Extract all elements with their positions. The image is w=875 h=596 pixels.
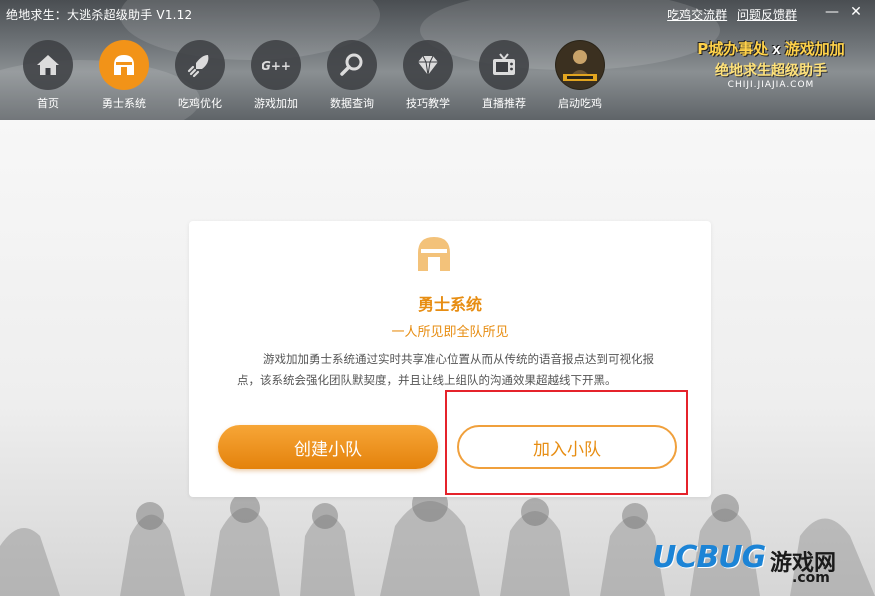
nav-label: 数据查询 (330, 97, 374, 110)
pubg-logo-icon (556, 41, 604, 89)
tv-icon (493, 53, 515, 75)
watermark-brand: UCBUG (652, 540, 766, 575)
svg-text:G++: G++ (262, 59, 290, 73)
ucbug-watermark: UCBUG 游戏网 .com (652, 540, 867, 590)
highlight-box (445, 390, 688, 495)
minimize-button[interactable]: — (823, 4, 841, 20)
nav-item-warrior-system[interactable]: 勇士系统 (90, 40, 158, 111)
nav-label: 首页 (37, 97, 59, 110)
nav-circle (555, 40, 605, 90)
nav-label: 启动吃鸡 (558, 97, 602, 110)
nav-label: 游戏加加 (254, 97, 298, 110)
top-links: 吃鸡交流群 问题反馈群 (661, 6, 797, 23)
nav-item-live[interactable]: 直播推荐 (470, 40, 538, 111)
brand-line2: 绝地求生超级助手 (715, 63, 827, 79)
brand-line1: P城办事处 X 游戏加加 (676, 38, 866, 59)
nav-circle (403, 40, 453, 90)
nav-label: 吃鸡优化 (178, 97, 222, 110)
diamond-icon (418, 55, 438, 76)
watermark-domain: .com (792, 570, 830, 586)
main-content: 勇士系统 一人所见即全队所见 游戏加加勇士系统通过实时共享准心位置从而从传统的语… (0, 120, 875, 596)
card-subtitle: 一人所见即全队所见 (391, 325, 509, 340)
nav-label: 技巧教学 (406, 97, 450, 110)
nav-label: 直播推荐 (482, 97, 526, 110)
nav-item-home[interactable]: 首页 (14, 40, 82, 111)
nav-label: 勇士系统 (102, 97, 146, 110)
app-header: 绝地求生：大逃杀超级助手 V1.12 吃鸡交流群 问题反馈群 — ✕ 首页 勇士… (0, 0, 875, 120)
nav-item-game-plus[interactable]: G++ 游戏加加 (242, 40, 310, 111)
brand-pcity: P城办事处 (697, 40, 769, 58)
nav-item-data-query[interactable]: 数据查询 (318, 40, 386, 111)
card-description: 游戏加加勇士系统通过实时共享准心位置从而从传统的语音报点达到可视化报点，该系统会… (237, 352, 654, 387)
helmet-icon (418, 237, 450, 271)
rocket-icon (187, 55, 209, 78)
close-button[interactable]: ✕ (847, 4, 865, 20)
home-icon (37, 55, 59, 75)
nav-item-launch-game[interactable]: 启动吃鸡 (546, 40, 614, 111)
helmet-icon (114, 55, 134, 75)
nav-circle (479, 40, 529, 90)
brand-x: X (772, 44, 781, 57)
chat-group-link[interactable]: 吃鸡交流群 (667, 8, 727, 22)
nav-circle: G++ (251, 40, 301, 90)
brand-line3: CHIJI.JIAJIA.COM (727, 80, 815, 90)
window-title: 绝地求生：大逃杀超级助手 V1.12 (6, 8, 193, 22)
brand-logo: P城办事处 X 游戏加加 绝地求生超级助手 CHIJI.JIAJIA.COM (676, 38, 866, 98)
nav-item-tips[interactable]: 技巧教学 (394, 40, 462, 111)
feedback-group-link[interactable]: 问题反馈群 (737, 8, 797, 22)
brand-youxijiajia: 游戏加加 (784, 40, 845, 58)
nav-item-optimize[interactable]: 吃鸡优化 (166, 40, 234, 111)
create-team-button[interactable]: 创建小队 (218, 425, 438, 469)
magnifier-icon (340, 53, 363, 76)
nav-circle (99, 40, 149, 90)
nav-circle (327, 40, 377, 90)
card-title: 勇士系统 (417, 295, 482, 314)
nav-circle (175, 40, 225, 90)
gplus-icon: G++ (262, 59, 290, 73)
nav-circle (23, 40, 73, 90)
